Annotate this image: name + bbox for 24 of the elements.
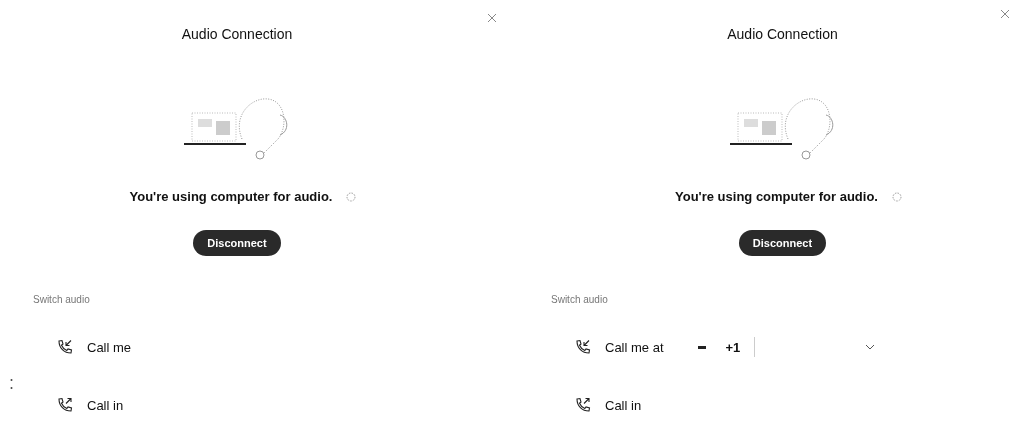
phone-icon xyxy=(575,397,591,413)
option-label[interactable]: Call in xyxy=(87,397,124,413)
section-label: Switch audio xyxy=(551,294,609,305)
phone-icon xyxy=(57,339,73,355)
option-label[interactable]: Call me xyxy=(87,339,132,355)
disconnect-button[interactable]: Disconnect xyxy=(193,230,281,256)
spinner-icon xyxy=(346,191,357,202)
drag-handle-icon[interactable] xyxy=(10,378,13,390)
status-text: You're using computer for audio. xyxy=(675,189,878,204)
status-text: You're using computer for audio. xyxy=(129,189,333,204)
section-label: Switch audio xyxy=(33,294,91,305)
close-button[interactable] xyxy=(999,8,1011,20)
spinner-icon xyxy=(891,191,902,202)
disconnect-button[interactable]: Disconnect xyxy=(738,230,827,256)
dialog-title: Audio Connection xyxy=(727,26,838,42)
country-code[interactable]: +1 xyxy=(725,339,741,355)
dialog-title: Audio Connection xyxy=(181,26,293,42)
flag-icon[interactable] xyxy=(697,345,706,349)
phone-icon xyxy=(575,339,591,355)
option-label[interactable]: Call me at xyxy=(605,339,664,355)
phone-icon xyxy=(57,397,73,413)
close-button[interactable] xyxy=(486,12,498,24)
chevron-down-icon[interactable] xyxy=(865,344,876,350)
option-label[interactable]: Call in xyxy=(605,397,642,413)
